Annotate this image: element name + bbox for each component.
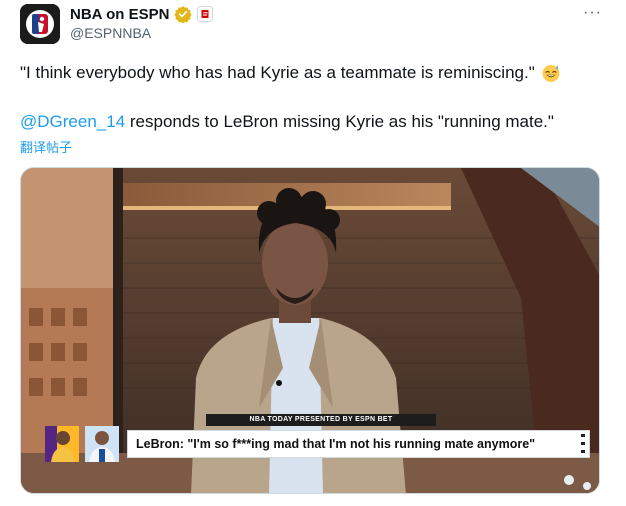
show-title-bar: NBA TODAY PRESENTED BY ESPN BET	[206, 414, 436, 426]
grinning-sweat-emoji-icon	[542, 65, 560, 82]
account-avatar[interactable]	[20, 4, 60, 44]
lower-third-graphic: LeBron: "I'm so f***ing mad that I'm not…	[45, 426, 590, 462]
caption-box: LeBron: "I'm so f***ing mad that I'm not…	[127, 430, 590, 458]
quote-text: "I think everybody who has had Kyrie as …	[20, 63, 535, 82]
caption-text: LeBron: "I'm so f***ing mad that I'm not…	[136, 437, 536, 451]
name-row: NBA on ESPN	[70, 4, 214, 24]
espn-nba-logo-icon	[20, 4, 60, 44]
verified-badge-icon[interactable]	[174, 5, 193, 23]
display-name[interactable]: NBA on ESPN	[70, 6, 169, 23]
mention-link[interactable]: @DGreen_14	[20, 112, 125, 131]
lebron-thumbnail	[45, 426, 79, 462]
tweet-media-video[interactable]: NBA TODAY PRESENTED BY ESPN BET LeBron: …	[20, 167, 600, 494]
reply-text: responds to LeBron missing Kyrie as his …	[125, 112, 554, 131]
translate-post-link[interactable]: 翻译帖子	[20, 137, 72, 156]
more-options-button[interactable]: ···	[583, 4, 602, 22]
caption-marker	[581, 434, 585, 456]
espn-affiliate-icon[interactable]	[197, 6, 214, 22]
tweet-text-line-2: @DGreen_14 responds to LeBron missing Ky…	[20, 111, 554, 133]
kyrie-thumbnail	[85, 426, 119, 462]
account-handle[interactable]: @ESPNNBA	[70, 25, 151, 41]
player-photo-icon	[45, 426, 79, 462]
tweet-text-line-1: "I think everybody who has had Kyrie as …	[20, 62, 561, 84]
player-photo-icon	[85, 426, 119, 462]
